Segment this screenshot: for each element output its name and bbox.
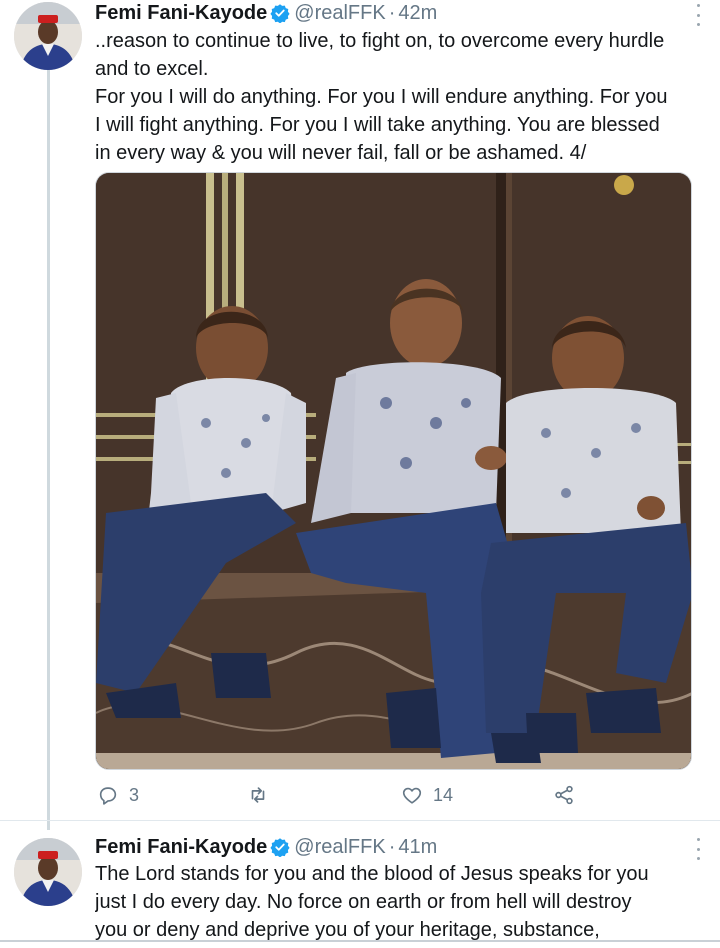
tweet-header: Femi Fani-Kayode @realFFK · 42m (95, 0, 437, 26)
tweet-divider (0, 820, 720, 821)
avatar[interactable] (14, 838, 82, 906)
tweet-timestamp[interactable]: 41m (398, 836, 437, 859)
share-icon (555, 785, 573, 805)
like-button[interactable]: 14 (401, 780, 453, 810)
author-handle[interactable]: @realFFK (294, 836, 385, 859)
verified-badge-icon (270, 3, 290, 24)
tweet-text: The Lord stands for you and the blood of… (95, 860, 705, 944)
tweet-text-line: in every way & you will never fail, fall… (95, 142, 587, 164)
tweet-text-line: just I do every day. No force on earth o… (95, 891, 632, 913)
more-vertical-icon[interactable] (694, 4, 702, 26)
tweet-text-line: and to excel. (95, 58, 209, 80)
tweet-text-line: ..reason to continue to live, to fight o… (95, 30, 665, 52)
like-count: 14 (433, 784, 454, 805)
tweet-header: Femi Fani-Kayode @realFFK · 41m (95, 834, 437, 860)
photo-three-boys (96, 173, 691, 769)
heart-icon (402, 787, 422, 804)
more-vertical-icon[interactable] (694, 838, 702, 860)
retweet-icon (251, 787, 265, 803)
bottom-divider (0, 940, 720, 942)
retweet-button[interactable] (247, 780, 279, 810)
reply-icon (99, 787, 117, 805)
tweet[interactable]: Femi Fani-Kayode @realFFK · 42m ..reason… (0, 0, 720, 820)
tweet-timestamp[interactable]: 42m (398, 2, 437, 25)
tweet-text-line: The Lord stands for you and the blood of… (95, 863, 649, 885)
author-handle[interactable]: @realFFK (294, 2, 385, 25)
tweet-text: ..reason to continue to live, to fight o… (95, 27, 705, 167)
share-button[interactable] (553, 780, 575, 810)
verified-badge-icon (270, 837, 290, 858)
tweet-text-line: I will fight anything. For you I will ta… (95, 114, 660, 136)
author-name[interactable]: Femi Fani-Kayode (95, 836, 267, 859)
tweet-photo[interactable] (95, 172, 692, 770)
author-name[interactable]: Femi Fani-Kayode (95, 2, 267, 25)
avatar[interactable] (14, 2, 82, 70)
reply-button[interactable]: 3 (97, 780, 139, 810)
tweet-text-line: For you I will do anything. For you I wi… (95, 86, 668, 108)
tweet-actions: 3 14 (95, 780, 595, 810)
tweet[interactable]: Femi Fani-Kayode @realFFK · 41m The Lord… (0, 826, 720, 948)
header-separator: · (388, 1, 396, 24)
header-separator: · (388, 835, 396, 858)
reply-count: 3 (129, 784, 140, 805)
